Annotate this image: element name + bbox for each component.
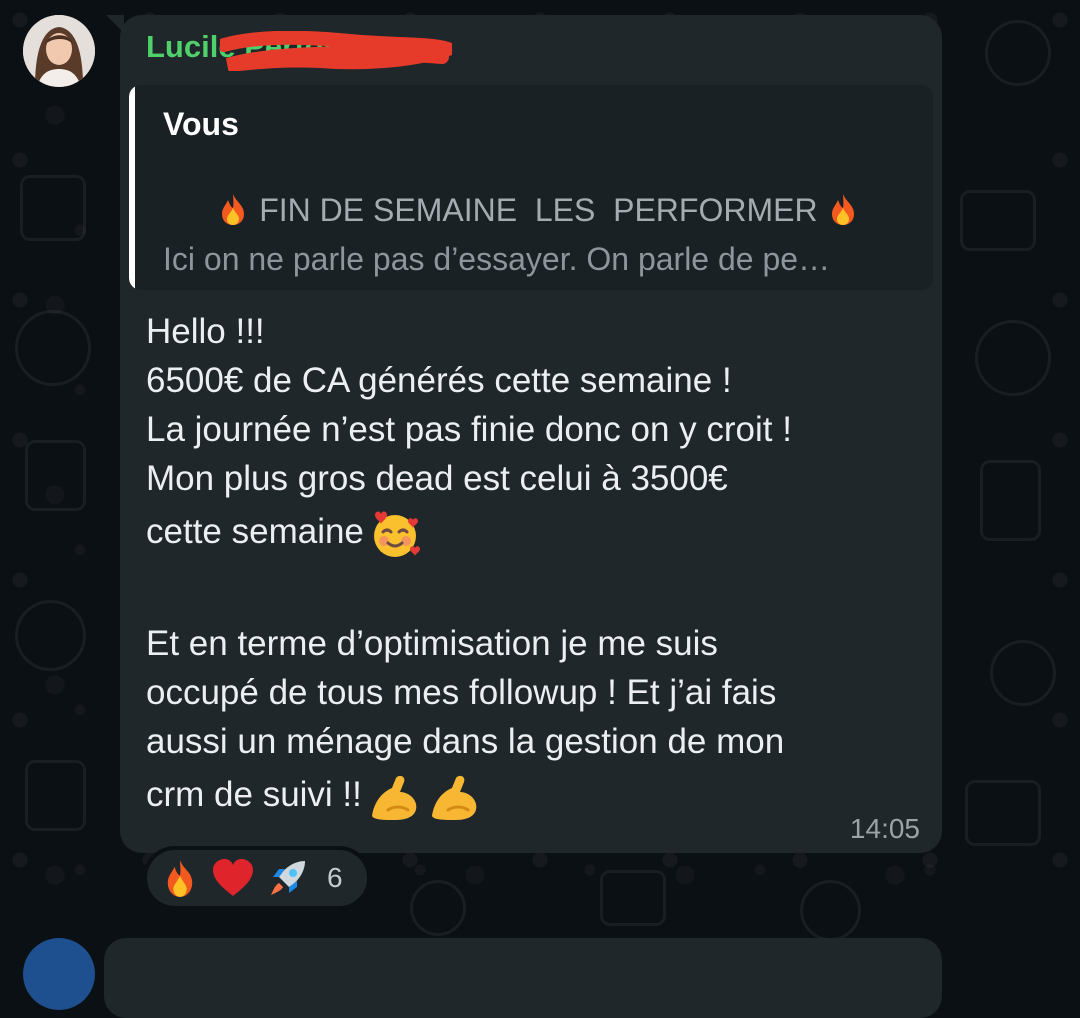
flexed-biceps-icon bbox=[431, 775, 477, 820]
reactions-bar[interactable]: 6 bbox=[143, 846, 371, 910]
message-line: Et en terme d’optimisation je me suis bbox=[146, 624, 718, 663]
message-line-text: crm de suivi !! bbox=[146, 775, 362, 814]
message-line: Hello !!! bbox=[146, 312, 265, 351]
message-bubble[interactable]: Lucile Performer Vous FIN DE SEMAINE LES… bbox=[106, 15, 942, 853]
fire-icon bbox=[222, 194, 245, 225]
next-sender-avatar[interactable] bbox=[23, 938, 95, 1010]
message-line: Mon plus gros dead est celui à 3500€ bbox=[146, 459, 728, 498]
fire-icon bbox=[832, 194, 855, 225]
message-line: cette semaine bbox=[146, 503, 926, 561]
message-line: 6500€ de CA générés cette semaine ! bbox=[146, 361, 732, 400]
message-line: crm de suivi !! bbox=[146, 766, 926, 824]
smiling-face-with-hearts-icon bbox=[373, 511, 420, 557]
fire-icon bbox=[167, 860, 193, 897]
rocket-icon bbox=[271, 861, 305, 895]
quote-title-text: FIN DE SEMAINE LES PERFORMER bbox=[250, 192, 827, 228]
avatar-photo bbox=[23, 15, 95, 87]
message-line-text: cette semaine bbox=[146, 512, 364, 551]
flexed-biceps-icon bbox=[371, 775, 417, 820]
redaction-scribble bbox=[220, 31, 452, 71]
reaction-count: 6 bbox=[327, 862, 343, 893]
message-line: occupé de tous mes followup ! Et j’ai fa… bbox=[146, 673, 777, 712]
next-message-bubble[interactable] bbox=[104, 938, 942, 1018]
quoted-message[interactable]: Vous FIN DE SEMAINE LES PERFORMER Ici on… bbox=[129, 85, 933, 290]
quote-preview: Ici on ne parle pas d’essayer. On parle … bbox=[163, 241, 831, 277]
sender-avatar[interactable] bbox=[23, 15, 95, 87]
heart-icon bbox=[213, 859, 253, 896]
quote-bar bbox=[129, 85, 135, 290]
message-line: aussi un ménage dans la gestion de mon bbox=[146, 722, 785, 761]
quote-author: Vous bbox=[163, 106, 239, 142]
message-text: Hello !!! 6500€ de CA générés cette sema… bbox=[146, 307, 926, 824]
message-timestamp: 14:05 bbox=[849, 813, 920, 844]
message-line: La journée n’est pas finie donc on y cro… bbox=[146, 410, 792, 449]
